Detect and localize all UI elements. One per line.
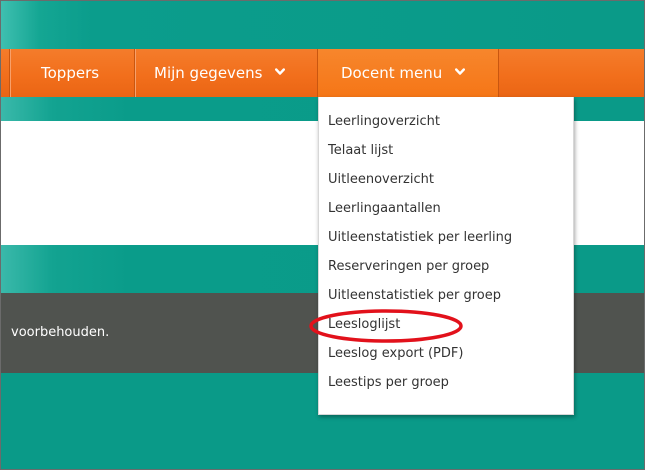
menu-item-leeslog-export-pdf[interactable]: Leeslog export (PDF): [328, 344, 463, 364]
chevron-down-icon: [275, 68, 286, 75]
menu-item-telaat-lijst[interactable]: Telaat lijst: [328, 141, 393, 161]
docent-menu-dropdown: Leerlingoverzicht Telaat lijst Uitleenov…: [318, 97, 574, 415]
menu-item-leerlingoverzicht[interactable]: Leerlingoverzicht: [328, 112, 440, 132]
nav-divider: [498, 49, 499, 97]
nav-item-label: Mijn gegevens: [154, 64, 263, 82]
nav-item-label: Toppers: [41, 64, 100, 82]
menu-item-leerlingaantallen[interactable]: Leerlingaantallen: [328, 199, 441, 219]
page-frame: Toppers Mijn gegevens Docent menu voorbe…: [0, 0, 645, 470]
nav-item-mijn-gegevens[interactable]: Mijn gegevens: [136, 49, 318, 97]
header-band: [1, 1, 644, 49]
menu-item-leestips-per-groep[interactable]: Leestips per groep: [328, 373, 449, 393]
menu-item-reserveringen-per-groep[interactable]: Reserveringen per groep: [328, 257, 489, 277]
footer-text: voorbehouden.: [11, 325, 110, 340]
menu-item-leesloglijst[interactable]: Leesloglijst: [328, 315, 400, 335]
nav-item-label: Docent menu: [341, 64, 443, 82]
main-navbar: Toppers Mijn gegevens Docent menu: [1, 49, 644, 97]
nav-item-docent-menu[interactable]: Docent menu: [318, 49, 498, 97]
menu-item-uitleenstatistiek-per-groep[interactable]: Uitleenstatistiek per groep: [328, 286, 501, 306]
chevron-down-icon: [455, 68, 465, 75]
nav-item-toppers[interactable]: Toppers: [11, 49, 134, 97]
menu-item-uitleenstatistiek-per-leerling[interactable]: Uitleenstatistiek per leerling: [328, 228, 512, 248]
menu-item-uitleenoverzicht[interactable]: Uitleenoverzicht: [328, 170, 434, 190]
